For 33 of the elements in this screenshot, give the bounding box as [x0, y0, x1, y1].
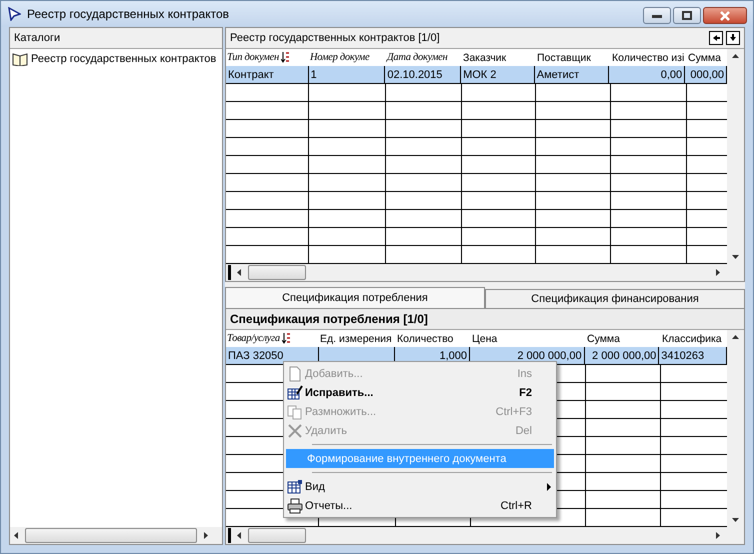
table-cell: 02.10.2015 [385, 66, 462, 84]
table-cell: 000,00 [685, 66, 727, 84]
table-cell: 2 000 000,00 [584, 347, 660, 365]
table-cell: Аметист [534, 66, 610, 84]
column-header[interactable]: Товар/услуга [226, 330, 319, 347]
column-header[interactable]: Дата докумен [386, 49, 462, 66]
column-header[interactable]: Сумма [586, 330, 661, 347]
column-header[interactable]: Цена [471, 330, 586, 347]
column-header[interactable]: Ед. измерения [319, 330, 396, 347]
table-cell: 0,00 [609, 66, 686, 84]
section-header: Спецификация потребления [1/0] [226, 309, 744, 330]
table-cell: Контракт [226, 66, 309, 84]
column-header[interactable]: Количество изі [611, 49, 687, 66]
column-header[interactable]: Заказчик [462, 49, 536, 66]
table-cell: ПАЗ 32050 [226, 347, 319, 365]
column-header[interactable]: Номер докуме [309, 49, 386, 66]
panel-header: Каталоги [10, 28, 222, 49]
column-header[interactable]: Количество [396, 330, 471, 347]
column-header[interactable]: Поставщик [536, 49, 611, 66]
table-cell: 1 [308, 66, 386, 84]
panel-header: Реестр государственных контрактов [1/0] [230, 32, 441, 44]
tree-item[interactable]: Реестр государственных контрактов [31, 53, 216, 65]
tab[interactable]: Спецификация потребления [225, 287, 485, 308]
column-header[interactable]: Сумма [687, 49, 727, 66]
table-cell: 3410263 [659, 347, 727, 365]
table-cell: МОК 2 [461, 66, 535, 84]
window-title: Реестр государственных контрактов [27, 7, 230, 21]
column-header[interactable]: Тип докумен [226, 49, 309, 66]
column-header[interactable]: Классифика [661, 330, 727, 347]
tab[interactable]: Спецификация финансирования [485, 289, 745, 308]
menu-item[interactable]: Исправить... F2 [284, 383, 556, 402]
menu-item[interactable]: Вид [284, 477, 556, 496]
menu-item[interactable]: Отчеты... Ctrl+R [284, 496, 556, 515]
